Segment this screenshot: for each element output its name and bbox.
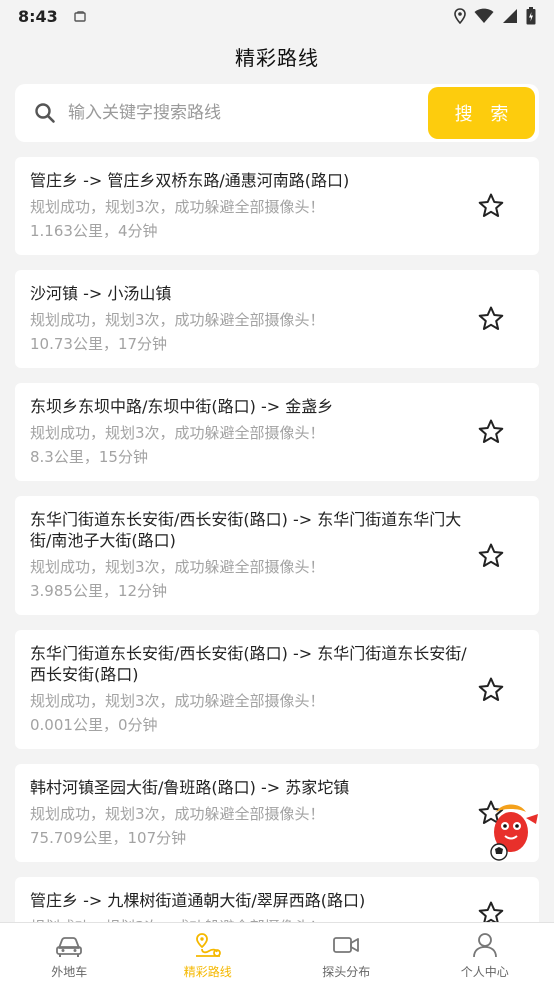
nav-label: 个人中心: [460, 965, 509, 979]
page-title: 精彩路线: [235, 46, 319, 70]
route-status: 规划成功，规划3次，成功躲避全部摄像头！: [30, 424, 325, 442]
route-distance-time: 10.73公里，17分钟: [30, 335, 168, 353]
route-status: 规划成功，规划3次，成功躲避全部摄像头！: [30, 311, 325, 329]
route-card[interactable]: 东华门街道东长安街/西长安街(路口) -> 东华门街道东华门大街/南池子大街(路…: [15, 496, 539, 615]
route-card[interactable]: 东坝乡东坝中路/东坝中街(路口) -> 金盏乡 规划成功，规划3次，成功躲避全部…: [15, 383, 539, 481]
route-card[interactable]: 沙河镇 -> 小汤山镇 规划成功，规划3次，成功躲避全部摄像头！ 10.73公里…: [15, 270, 539, 368]
mascot-sticker-icon[interactable]: [478, 798, 544, 862]
route-title: 管庄乡 -> 管庄乡双桥东路/通惠河南路(路口): [30, 171, 350, 190]
favorite-star-icon[interactable]: [477, 418, 505, 446]
nav-item-car[interactable]: 外地车: [0, 923, 139, 984]
favorite-star-icon[interactable]: [477, 305, 505, 333]
route-card[interactable]: 东华门街道东长安街/西长安街(路口) -> 东华门街道东长安街/西长安街(路口)…: [15, 630, 539, 749]
route-title: 韩村河镇圣园大街/鲁班路(路口) -> 苏家坨镇: [30, 778, 350, 797]
route-status: 规划成功，规划3次，成功躲避全部摄像头！: [30, 692, 325, 710]
cellular-signal-icon: [503, 9, 517, 23]
battery-icon: [526, 7, 536, 25]
search-input[interactable]: [68, 93, 408, 133]
search-icon: [35, 103, 55, 123]
favorite-star-icon[interactable]: [477, 192, 505, 220]
app-screen: 8:43 精彩路线 输入关键字搜索路线 搜 索 管庄乡 -> 管庄乡双桥东路/通…: [0, 0, 554, 984]
status-bar: 8:43: [0, 0, 554, 32]
route-distance-time: 3.985公里，12分钟: [30, 582, 168, 600]
camera-icon: [333, 937, 360, 953]
nav-item-routes[interactable]: 精彩路线: [139, 923, 278, 984]
route-distance-time: 75.709公里，107分钟: [30, 829, 187, 847]
route-map-icon: [195, 933, 221, 957]
notification-icon: [74, 10, 86, 22]
route-list: 管庄乡 -> 管庄乡双桥东路/通惠河南路(路口) 规划成功，规划3次，成功躲避全…: [15, 157, 539, 966]
bottom-nav: 外地车 精彩路线 探头分布 个人中心: [0, 922, 554, 984]
route-title: 东坝乡东坝中路/东坝中街(路口) -> 金盏乡: [30, 397, 334, 416]
status-time: 8:43: [18, 6, 58, 26]
location-icon: [454, 8, 466, 24]
route-card[interactable]: 管庄乡 -> 管庄乡双桥东路/通惠河南路(路口) 规划成功，规划3次，成功躲避全…: [15, 157, 539, 255]
route-title: 管庄乡 -> 九棵树街道通朝大街/翠屏西路(路口): [30, 891, 366, 910]
route-status: 规划成功，规划3次，成功躲避全部摄像头！: [30, 558, 325, 576]
route-distance-time: 8.3公里，15分钟: [30, 448, 148, 466]
search-button[interactable]: 搜 索: [428, 87, 535, 139]
car-icon: [56, 937, 83, 957]
route-status: 规划成功，规划3次，成功躲避全部摄像头！: [30, 198, 325, 216]
nav-label: 精彩路线: [183, 965, 232, 979]
route-card[interactable]: 韩村河镇圣园大街/鲁班路(路口) -> 苏家坨镇 规划成功，规划3次，成功躲避全…: [15, 764, 539, 862]
route-distance-time: 0.001公里，0分钟: [30, 716, 158, 734]
route-status: 规划成功，规划3次，成功躲避全部摄像头！: [30, 805, 325, 823]
favorite-star-icon[interactable]: [477, 542, 505, 570]
route-title: 东华门街道东长安街/西长安街(路口) -> 东华门街道东长安街/西长安街(路口): [30, 644, 467, 684]
person-icon: [472, 933, 497, 958]
nav-item-cameras[interactable]: 探头分布: [277, 923, 416, 984]
nav-label: 外地车: [51, 965, 88, 979]
nav-item-profile[interactable]: 个人中心: [416, 923, 554, 984]
route-distance-time: 1.163公里，4分钟: [30, 222, 158, 240]
nav-label: 探头分布: [322, 965, 371, 979]
route-title: 东华门街道东长安街/西长安街(路口) -> 东华门街道东华门大街/南池子大街(路…: [30, 510, 462, 550]
status-icons: [454, 7, 536, 25]
search-bar: 搜 索: [15, 84, 539, 142]
route-title: 沙河镇 -> 小汤山镇: [30, 284, 172, 303]
favorite-star-icon[interactable]: [477, 676, 505, 704]
wifi-icon: [474, 8, 494, 23]
